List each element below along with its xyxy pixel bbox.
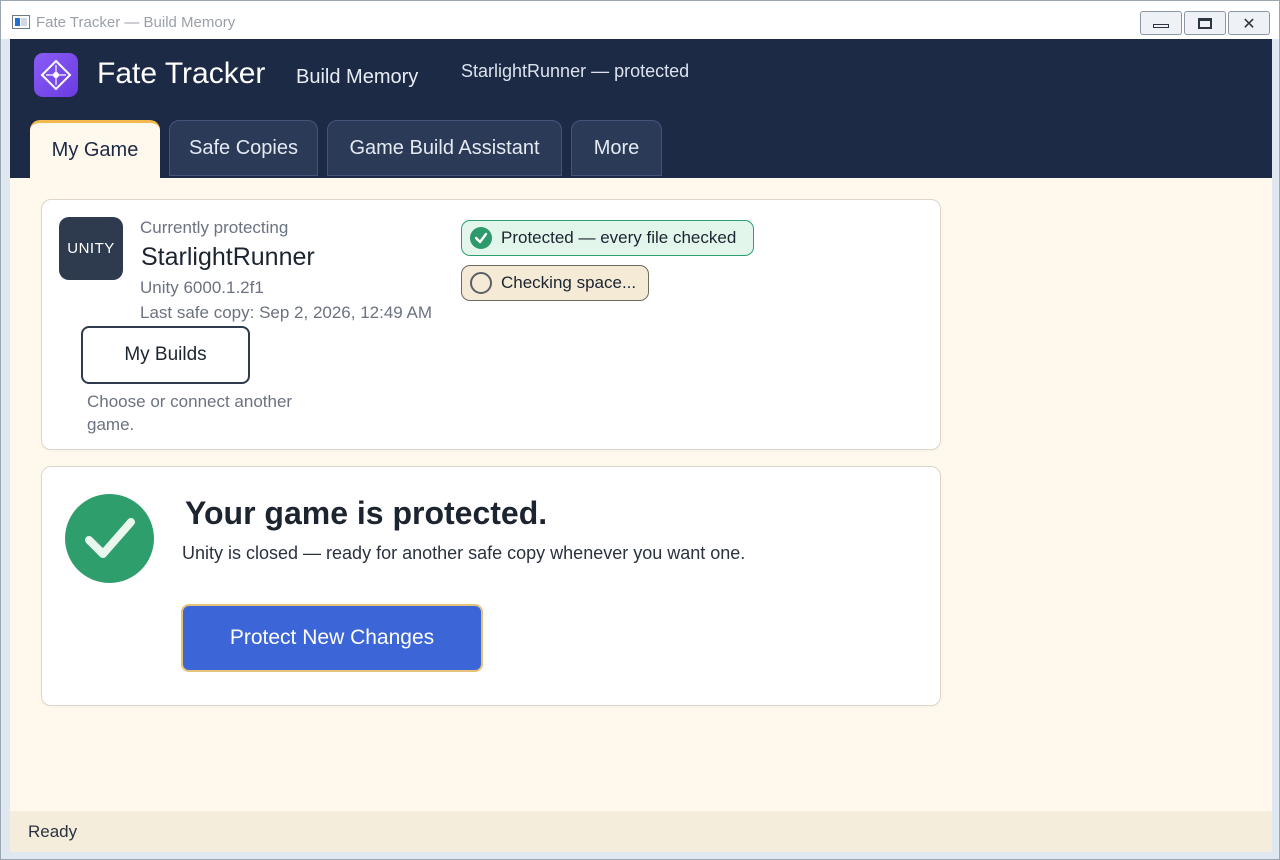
checking-space-pill: Checking space...	[461, 265, 649, 301]
unity-logo-tile: UNITY	[59, 217, 123, 280]
status-text: Ready	[28, 822, 78, 841]
my-builds-button[interactable]: My Builds	[81, 326, 250, 384]
protection-card: Your game is protected. Unity is closed …	[41, 466, 941, 706]
tab-my-game[interactable]: My Game	[30, 120, 160, 178]
choose-game-hint: Choose or connect another game.	[87, 392, 293, 434]
unity-version: Unity 6000.1.2f1	[140, 278, 264, 297]
close-button[interactable]: ✕	[1228, 11, 1270, 35]
status-bar: Ready	[10, 811, 1272, 852]
protected-status-pill: Protected — every file checked	[461, 220, 754, 256]
minimize-icon	[1153, 24, 1169, 28]
tab-more[interactable]: More	[571, 120, 662, 176]
protected-status-text: Protected — every file checked	[501, 228, 737, 247]
tab-safe-copies[interactable]: Safe Copies	[169, 120, 318, 176]
empty-circle-icon	[470, 272, 492, 294]
project-card: UNITY Currently protecting StarlightRunn…	[41, 199, 941, 450]
project-name: StarlightRunner	[141, 243, 315, 271]
maximize-icon	[1198, 17, 1212, 29]
header-status: StarlightRunner — protected	[461, 61, 690, 81]
maximize-button[interactable]	[1184, 11, 1226, 35]
title-bar: Fate Tracker — Build Memory ✕	[1, 1, 1279, 39]
protected-title: Your game is protected.	[185, 495, 548, 531]
protected-subtitle: Unity is closed — ready for another safe…	[182, 543, 746, 563]
last-safe-copy: Last safe copy: Sep 2, 2026, 12:49 AM	[140, 303, 433, 322]
currently-protecting-label: Currently protecting	[140, 218, 289, 237]
brand-subtitle: Build Memory	[296, 66, 419, 88]
compass-diamond-icon	[40, 59, 72, 91]
window-title: Fate Tracker — Build Memory	[36, 14, 236, 31]
app-window: Fate Tracker — Build Memory ✕ Fate Track…	[0, 0, 1280, 860]
protect-new-changes-button[interactable]: Protect New Changes	[181, 604, 483, 672]
check-circle-icon	[470, 227, 492, 249]
large-check-icon	[65, 494, 154, 583]
main-tabs: My Game Safe Copies Game Build Assistant…	[10, 120, 1272, 178]
minimize-button[interactable]	[1140, 11, 1182, 35]
tab-game-build-assistant[interactable]: Game Build Assistant	[327, 120, 562, 176]
window-app-icon	[12, 15, 30, 29]
checking-space-text: Checking space...	[501, 273, 637, 292]
app-header: Fate Tracker Build Memory StarlightRunne…	[10, 39, 1272, 178]
brand-title: Fate Tracker	[97, 57, 266, 90]
app-logo	[34, 53, 78, 97]
app-content: Fate Tracker Build Memory StarlightRunne…	[10, 39, 1272, 852]
close-icon: ✕	[1242, 13, 1256, 33]
